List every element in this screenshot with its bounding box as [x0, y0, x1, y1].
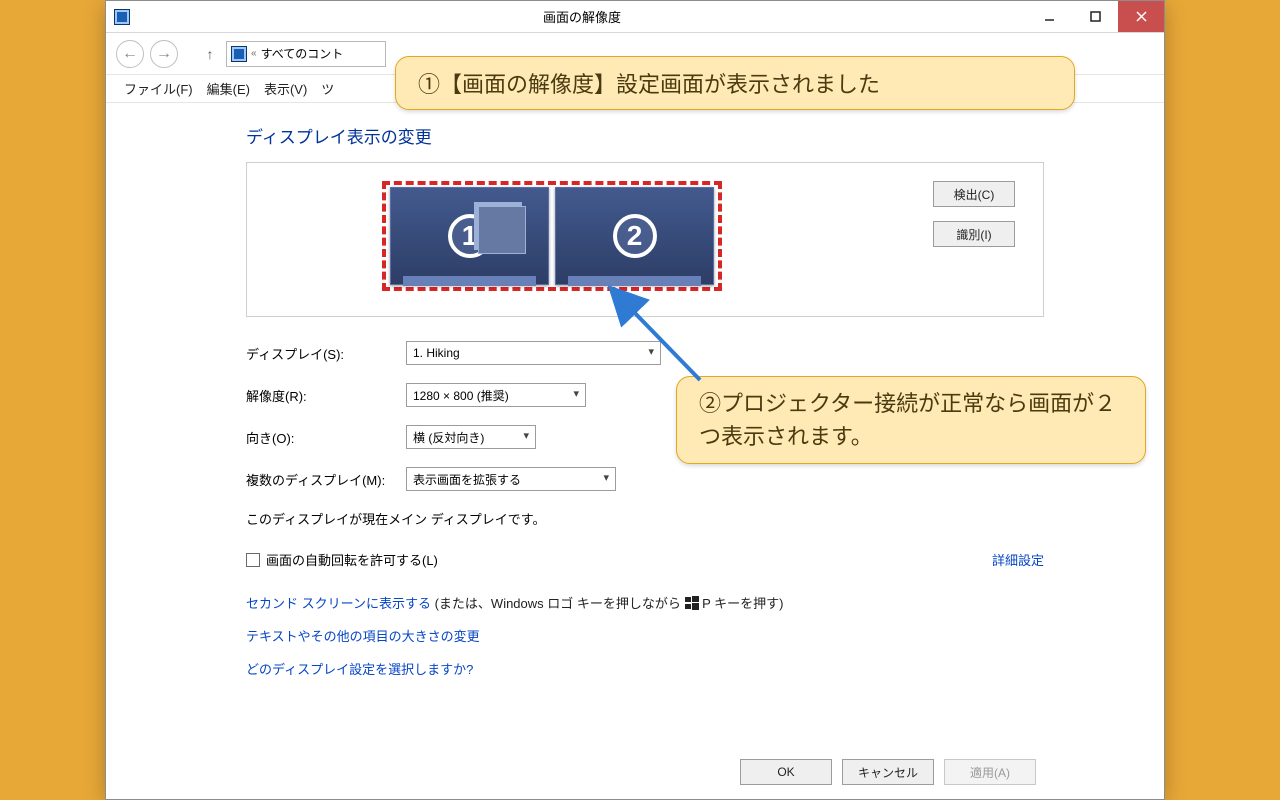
text-size-link[interactable]: テキストやその他の項目の大きさの変更: [246, 629, 480, 644]
main-display-note: このディスプレイが現在メイン ディスプレイです。: [246, 509, 1044, 528]
back-button[interactable]: ←: [116, 40, 144, 68]
advanced-settings-link[interactable]: 詳細設定: [992, 550, 1044, 569]
breadcrumb-chevron: «: [251, 48, 257, 59]
second-screen-link[interactable]: セカンド スクリーンに表示する: [246, 596, 431, 611]
monitor-1-number: 1: [448, 214, 492, 258]
window-controls: [1026, 1, 1164, 32]
monitor-2-number: 2: [613, 214, 657, 258]
display-label: ディスプレイ(S):: [246, 344, 406, 363]
up-button[interactable]: ↑: [200, 46, 220, 62]
forward-button[interactable]: →: [150, 40, 178, 68]
window-title: 画面の解像度: [138, 7, 1026, 26]
display-preview-box: 1 2 検出(C) 識別(I): [246, 162, 1044, 317]
page-heading: ディスプレイ表示の変更: [246, 123, 1044, 148]
breadcrumb-text: すべてのコント: [261, 45, 344, 62]
dialog-footer: OK キャンセル 適用(A): [740, 759, 1036, 785]
second-screen-suffix2: P キーを押す): [702, 596, 783, 611]
resolution-select[interactable]: 1280 × 800 (推奨): [406, 383, 586, 407]
auto-rotate-checkbox[interactable]: 画面の自動回転を許可する(L): [246, 550, 438, 569]
apply-button[interactable]: 適用(A): [944, 759, 1036, 785]
second-screen-suffix: (または、Windows ロゴ キーを押しながら: [435, 596, 685, 611]
callout-1: ①【画面の解像度】設定画面が表示されました: [395, 56, 1075, 110]
display-icon: [231, 46, 247, 62]
second-screen-row: セカンド スクリーンに表示する (または、Windows ロゴ キーを押しながら…: [246, 593, 1044, 612]
monitor-1[interactable]: 1: [390, 187, 549, 285]
multi-display-label: 複数のディスプレイ(M):: [246, 470, 406, 489]
checkbox-icon: [246, 553, 260, 567]
auto-rotate-label: 画面の自動回転を許可する(L): [266, 550, 438, 569]
address-bar[interactable]: « すべてのコント: [226, 41, 386, 67]
multi-display-select[interactable]: 表示画面を拡張する: [406, 467, 616, 491]
orientation-label: 向き(O):: [246, 428, 406, 447]
callout-2: ②プロジェクター接続が正常なら画面が２つ表示されます。: [676, 376, 1146, 464]
display-select[interactable]: 1. Hiking: [406, 341, 661, 365]
monitor-2[interactable]: 2: [555, 187, 714, 285]
highlighted-displays: 1 2: [382, 181, 722, 291]
app-icon: [114, 9, 130, 25]
menu-edit[interactable]: 編集(E): [207, 79, 250, 98]
detect-button[interactable]: 検出(C): [933, 181, 1015, 207]
display-side-buttons: 検出(C) 識別(I): [933, 181, 1015, 247]
titlebar: 画面の解像度: [106, 1, 1164, 33]
cancel-button[interactable]: キャンセル: [842, 759, 934, 785]
windows-logo-icon: [685, 596, 699, 610]
menu-file[interactable]: ファイル(F): [124, 79, 193, 98]
resolution-label: 解像度(R):: [246, 386, 406, 405]
identify-button[interactable]: 識別(I): [933, 221, 1015, 247]
menu-tools-partial[interactable]: ツ: [321, 79, 334, 98]
close-button[interactable]: [1118, 1, 1164, 32]
ok-button[interactable]: OK: [740, 759, 832, 785]
menu-view[interactable]: 表示(V): [264, 79, 307, 98]
maximize-button[interactable]: [1072, 1, 1118, 32]
which-settings-link[interactable]: どのディスプレイ設定を選択しますか?: [246, 662, 473, 677]
orientation-select[interactable]: 横 (反対向き): [406, 425, 536, 449]
minimize-button[interactable]: [1026, 1, 1072, 32]
